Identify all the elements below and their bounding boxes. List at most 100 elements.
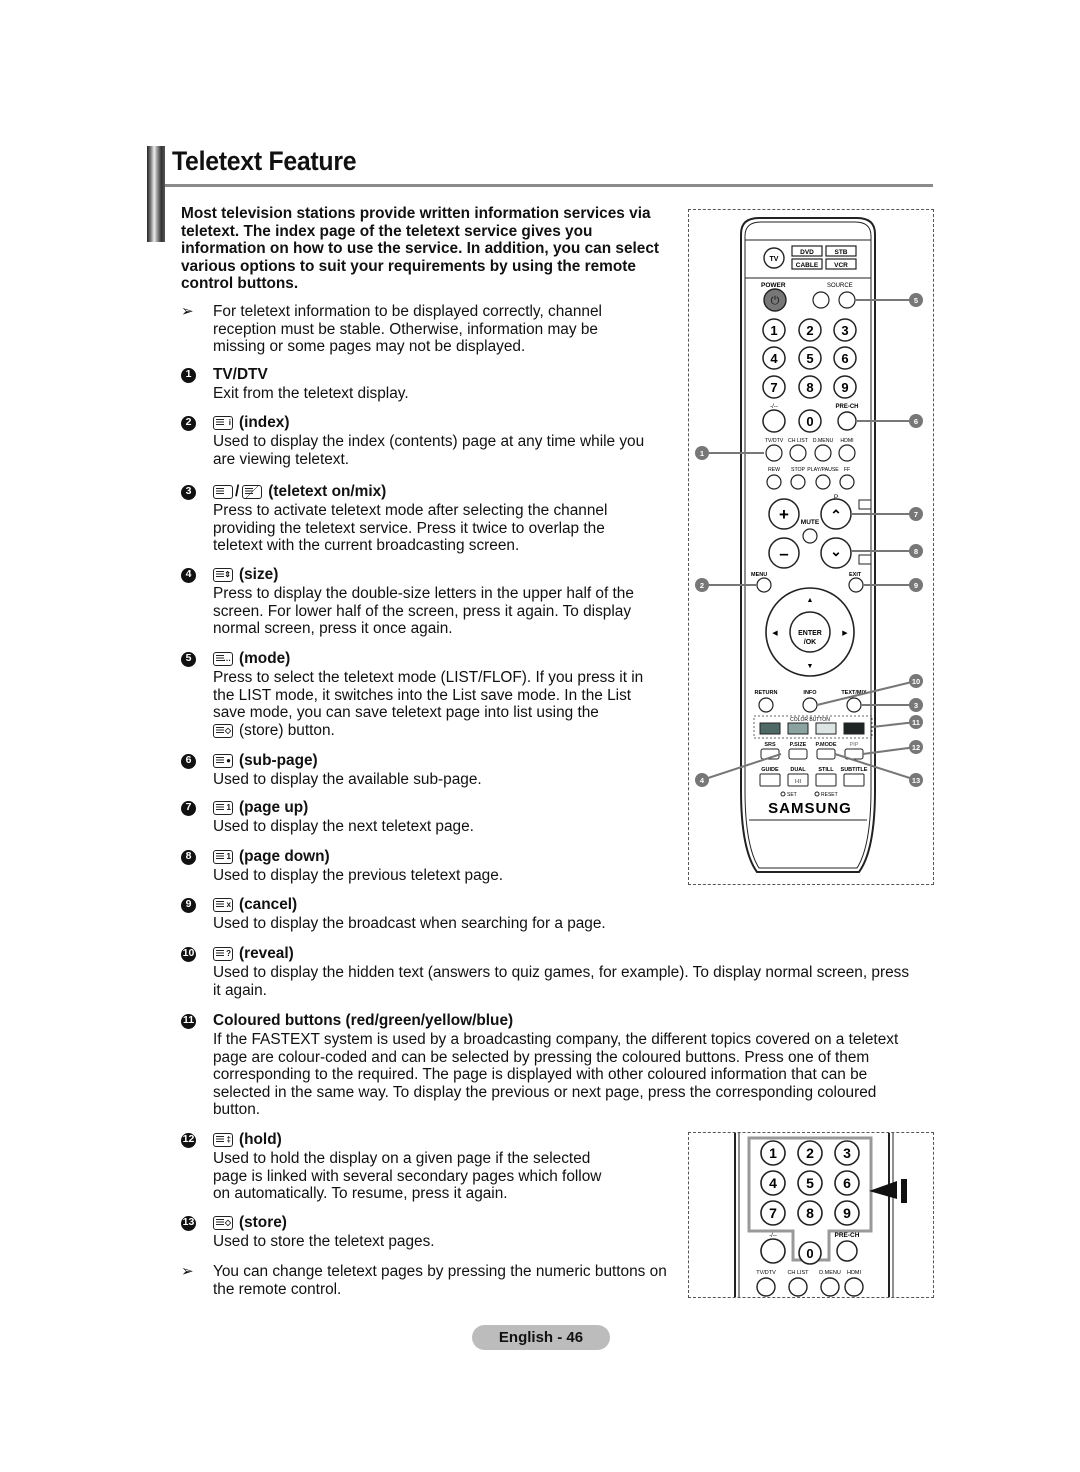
sub-page-button: [837, 411, 857, 431]
digit-label: 9: [843, 1205, 851, 1221]
item-description: Used to display the next teletext page.: [181, 818, 651, 836]
item-description: Used to display the index (contents) pag…: [181, 433, 651, 468]
feature-item: 10 ? (reveal) Used to display the hidden…: [181, 944, 921, 999]
item-number: 2: [181, 415, 196, 431]
item-label: (mode): [239, 650, 291, 668]
callout-number: 12: [912, 743, 920, 752]
callout-number: 8: [914, 547, 918, 556]
remote-detail-drawing: 1 2 3 4 5 6 7 8 9 -/-- PRE-CH 0 TV/DTV CH LIST D.MENU H…: [734, 1133, 907, 1297]
volume-down-icon: –: [779, 544, 788, 563]
item-number: 5: [181, 651, 196, 667]
icon-glyph: ◇: [224, 1218, 231, 1227]
item-heading: 9 x (cancel): [181, 895, 651, 915]
feature-item: 9 x (cancel) Used to display the broadca…: [181, 895, 651, 933]
prech-label: PRE-CH: [835, 1232, 860, 1239]
callout-number: 9: [914, 581, 918, 590]
item-heading: 3 / (teletext on/mix): [181, 482, 651, 502]
item-heading: 4 ⇕ (size): [181, 565, 651, 585]
digit-label: 2: [806, 1145, 814, 1161]
power-label: POWER: [761, 282, 786, 289]
callout-number: 6: [914, 417, 918, 426]
item-label: (reveal): [239, 945, 294, 963]
item-number-badge: 7: [181, 800, 213, 816]
callout-number: 7: [914, 510, 918, 519]
item-label: (sub-page): [239, 752, 318, 770]
function-label: CH LIST: [787, 1270, 809, 1276]
function-button: [788, 748, 808, 760]
icon-glyph: ●: [226, 756, 231, 765]
reset-label: RESET: [821, 792, 838, 798]
teletext-reveal-icon: ?: [213, 947, 233, 961]
item-heading: 7 1 (page up): [181, 798, 651, 818]
remote-detail-illustration: 1 2 3 4 5 6 7 8 9 -/-- PRE-CH 0 TV/DTV CH LIST D.MENU H…: [688, 1132, 934, 1298]
item-number: 3: [181, 484, 196, 500]
function-label: HDMI: [847, 1270, 862, 1276]
menu-button: [756, 577, 772, 593]
function-button: [844, 1277, 864, 1297]
item-heading: 13 ◇ (store): [181, 1213, 621, 1233]
dash-button: [762, 409, 786, 433]
exit-label: EXIT: [849, 572, 862, 578]
function-button: [789, 444, 807, 462]
item-description: Press to display the double-size letters…: [181, 585, 651, 638]
title-side-bar: [147, 146, 165, 242]
page-number-badge: English - 46: [472, 1325, 610, 1350]
feature-item: 4 ⇕ (size) Press to display the double-s…: [181, 565, 651, 638]
digit-label: 2: [806, 323, 813, 338]
color-button: [759, 722, 781, 735]
feature-item: 8 1 (page down) Used to display the prev…: [181, 847, 651, 885]
item-description: Used to hold the display on a given page…: [181, 1150, 621, 1203]
item-description-text: Used to display the previous teletext pa…: [213, 867, 504, 884]
media-button: [766, 474, 782, 490]
item-label: (size): [239, 566, 279, 584]
teletext-mode-icon: …: [213, 652, 233, 666]
item-number: 13: [181, 1215, 196, 1231]
item-number: 6: [181, 753, 196, 769]
item-description: Press to activate teletext mode after se…: [181, 502, 651, 555]
callout-number: 5: [914, 296, 918, 305]
digit-label: 8: [806, 1205, 814, 1221]
item-heading: 1 TV/DTV: [181, 365, 651, 385]
function-label: CH LIST: [788, 438, 809, 444]
item-description-text: Used to store the teletext pages.: [213, 1233, 435, 1250]
function-button: [838, 444, 856, 462]
teletext-store-icon: ◇: [213, 723, 233, 738]
item-number-badge: 2: [181, 415, 213, 431]
digit-label: 7: [769, 1205, 777, 1221]
item-number-badge: 5: [181, 651, 213, 667]
item-description: Used to display the broadcast when searc…: [181, 915, 651, 933]
item-description-text: If the FASTEXT system is used by a broad…: [213, 1031, 899, 1119]
digit-label: 6: [843, 1175, 851, 1191]
feature-item: 12 ‡ (hold) Used to hold the display on …: [181, 1130, 621, 1203]
title-rule: [165, 184, 933, 187]
function-button: [802, 697, 818, 713]
function-button: [816, 748, 836, 760]
item-label: (store): [239, 1214, 287, 1232]
item-description: Used to store the teletext pages.: [181, 1233, 621, 1251]
dash-label: -/--: [769, 1233, 777, 1239]
teletext-page-down-icon: 1: [213, 850, 233, 864]
note-arrow-icon: ➢: [181, 303, 194, 320]
function-button: [815, 773, 837, 787]
function-label: INFO: [803, 690, 817, 696]
remote-illustration: TV DVD STB CABLE VCR POWER SOURCE ⏻ 1 2 3 4 5 6 7 8 9 -/-…: [688, 209, 934, 885]
teletext-sub-page-icon: ●: [213, 754, 233, 768]
mute-label: MUTE: [801, 519, 820, 526]
function-button: [820, 1277, 840, 1297]
arrow-up-icon: ▲: [807, 597, 814, 604]
item-label: (index): [239, 414, 290, 432]
tv-mode-label: TV: [770, 256, 779, 263]
arrow-left-icon: ◀: [772, 630, 778, 637]
item-number: 12: [181, 1132, 196, 1148]
item-number-badge: 4: [181, 567, 213, 583]
media-button: [839, 474, 855, 490]
remote-control-drawing: TVDVD STBCABLE VCRPOWER SOURCE⏻1 2 34 5 67 8 9-/-…: [695, 217, 923, 873]
function-label: TV/DTV: [765, 438, 784, 444]
item-description: Exit from the teletext display.: [181, 385, 651, 403]
page-up-icon: [858, 499, 872, 510]
page-down-icon: [858, 554, 872, 565]
media-label: REW: [768, 467, 780, 473]
function-button: [814, 444, 832, 462]
pointer-bar-icon: [901, 1179, 907, 1203]
item-label: (page down): [239, 848, 330, 866]
